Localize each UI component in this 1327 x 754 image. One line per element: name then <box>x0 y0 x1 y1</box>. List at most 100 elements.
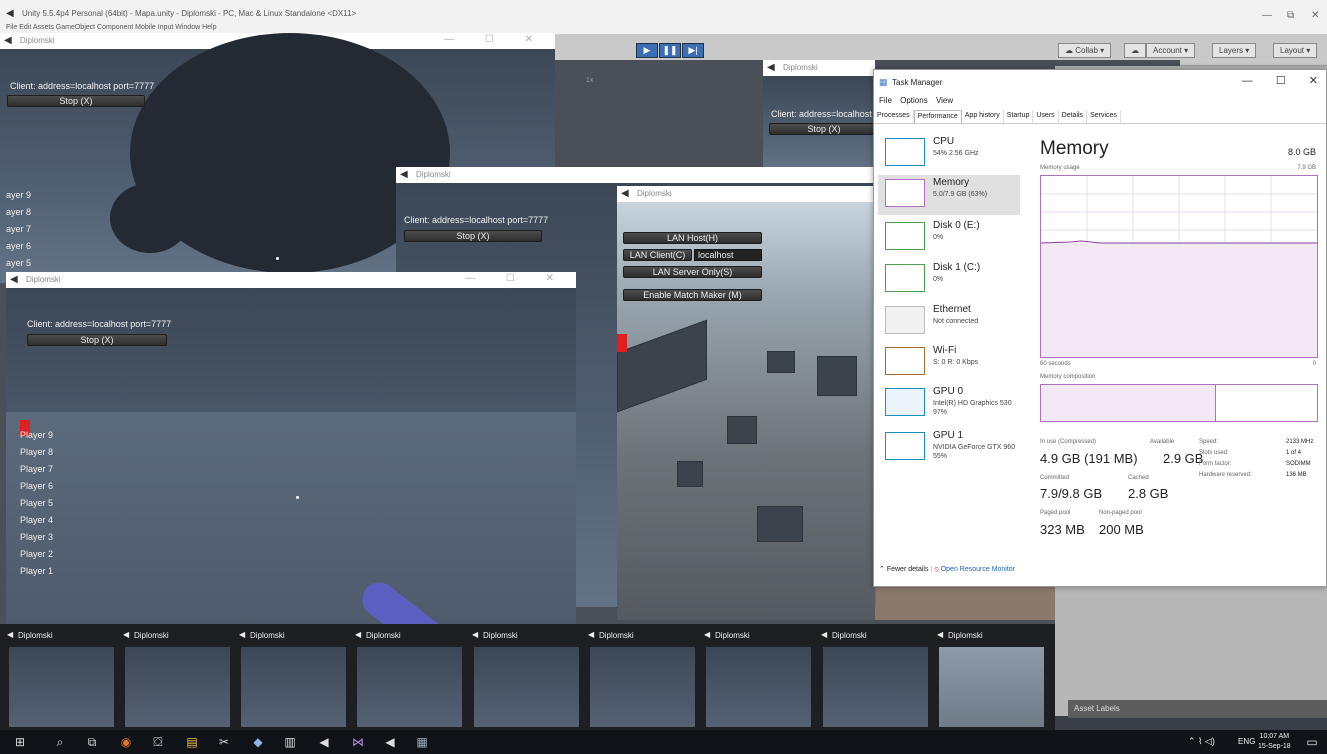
game-window-main[interactable]: ◀ Diplomski — ☐ ✕ Client: address=localh… <box>6 272 576 624</box>
task-manager-window[interactable]: ▦ Task Manager — ☐ ✕ File Options View P… <box>873 69 1327 587</box>
in-use-segment <box>1041 385 1216 421</box>
menu-options[interactable]: Options <box>900 96 928 105</box>
menu-view[interactable]: View <box>936 96 953 105</box>
clock[interactable]: 10:07 AM 15-Sep-18 <box>1258 732 1291 752</box>
window-controls[interactable]: — ☐ ✕ <box>465 273 568 284</box>
collab-button[interactable]: ☁ Collab ▾ <box>1058 43 1112 58</box>
search-icon[interactable]: ⌕ <box>52 734 68 750</box>
resource-disk1[interactable]: Disk 1 (C:) 0% <box>878 260 1020 300</box>
thumbnail-title: Diplomski <box>134 631 169 640</box>
chevron-up-icon[interactable]: ⌃ <box>879 566 885 573</box>
fewer-details-link[interactable]: Fewer details <box>887 566 929 573</box>
resource-name: Memory <box>933 177 970 188</box>
tab-processes[interactable]: Processes <box>874 110 914 123</box>
restore-icon[interactable]: ⧉ <box>1287 10 1294 21</box>
window-controls[interactable]: — ☐ ✕ <box>444 34 547 45</box>
window-titlebar[interactable]: ◀ Diplomski <box>763 60 875 76</box>
step-icon[interactable]: ▶| <box>682 43 704 58</box>
language-indicator[interactable]: ENG <box>1238 737 1255 746</box>
play-icon[interactable]: ▶ <box>636 43 658 58</box>
tray-icons[interactable]: ⌃ ⌇ ◁) <box>1188 736 1215 747</box>
app-icon[interactable]: ◆ <box>250 734 266 750</box>
minimize-icon[interactable]: — <box>1262 10 1272 21</box>
game-window-2[interactable]: ◀ Diplomski Client: address=localhost St… <box>763 60 875 170</box>
stop-button[interactable]: Stop (X) <box>27 334 167 346</box>
visual-studio-icon[interactable]: ⋈ <box>350 734 366 750</box>
resource-disk0[interactable]: Disk 0 (E:) 0% <box>878 218 1020 258</box>
close-icon[interactable]: ✕ <box>1311 10 1319 21</box>
maximize-icon[interactable]: ☐ <box>1276 75 1286 87</box>
stop-button[interactable]: Stop (X) <box>404 230 542 242</box>
resource-value: 0% <box>933 234 944 241</box>
lan-server-button[interactable]: LAN Server Only(S) <box>623 266 762 278</box>
tab-users[interactable]: Users <box>1033 110 1059 123</box>
resource-name: Disk 1 (C:) <box>933 262 981 273</box>
unity-logo-icon: ◀ <box>821 630 828 639</box>
memory-graph-svg <box>1040 176 1317 357</box>
thumbnail-window[interactable]: ◀ Diplomski <box>120 624 236 730</box>
resource-wifi[interactable]: Wi-Fi S: 0 R: 0 Kbps <box>878 343 1020 383</box>
resource-cpu[interactable]: CPU 54% 2.56 GHz <box>878 134 1020 174</box>
stop-button[interactable]: Stop (X) <box>7 95 145 107</box>
player-item: Player 4 <box>20 515 54 525</box>
task-manager-icon[interactable]: ▦ <box>414 734 430 750</box>
resource-memory[interactable]: Memory 5.0/7.9 GB (63%) <box>878 175 1020 215</box>
game-sky <box>617 202 875 620</box>
lan-host-button[interactable]: LAN Host(H) <box>623 232 762 244</box>
notifications-icon[interactable]: ▭ <box>1304 734 1320 750</box>
resource-ethernet[interactable]: Ethernet Not connected <box>878 302 1020 342</box>
layers-button[interactable]: Layers ▾ <box>1212 43 1257 58</box>
match-maker-button[interactable]: Enable Match Maker (M) <box>623 289 762 301</box>
resource-name: Ethernet <box>933 304 971 315</box>
thumbnail-window[interactable]: ◀ Diplomski <box>818 624 934 730</box>
in-use-value: 4.9 GB (191 MB) <box>1040 451 1138 466</box>
thumbnail-window[interactable]: ◀ Diplomski <box>4 624 120 730</box>
available-label: Available <box>1150 439 1175 445</box>
resource-name: CPU <box>933 136 955 147</box>
tab-services[interactable]: Services <box>1087 110 1121 123</box>
resource-gpu0[interactable]: GPU 0 Intel(R) HD Graphics 530 97% <box>878 384 1020 424</box>
unity-logo-icon[interactable]: ◀ <box>316 734 332 750</box>
tab-performance[interactable]: Performance <box>913 110 962 123</box>
thumbnail-window[interactable]: ◀ Diplomski <box>469 624 585 730</box>
lan-client-button[interactable]: LAN Client(C) <box>623 249 692 261</box>
chrome-icon[interactable]: ◉ <box>118 734 134 750</box>
store-icon[interactable]: ⛋ <box>150 734 166 750</box>
thumbnail-window[interactable]: ◀ Diplomski <box>352 624 468 730</box>
thumbnail-window[interactable]: ◀ Diplomski <box>585 624 701 730</box>
menu-file[interactable]: File <box>879 96 892 105</box>
open-resource-monitor-link[interactable]: Open Resource Monitor <box>941 566 1015 573</box>
thumbnail-window-active[interactable]: ◀ Diplomski <box>934 624 1050 730</box>
unity-logo-icon: ◀ <box>4 35 12 46</box>
lan-address-input[interactable]: localhost <box>694 249 762 261</box>
window-titlebar[interactable]: ◀ Diplomski <box>396 167 876 183</box>
layout-button[interactable]: Layout ▾ <box>1273 43 1318 58</box>
tab-startup[interactable]: Startup <box>1004 110 1034 123</box>
task-view-icon[interactable]: ⧉ <box>84 734 100 750</box>
pause-icon[interactable]: ❚❚ <box>659 43 681 58</box>
window-titlebar[interactable]: ◀ Diplomski — ☐ ✕ <box>6 272 576 288</box>
committed-value: 7.9/9.8 GB <box>1040 486 1103 501</box>
file-explorer-icon[interactable]: ▤ <box>184 734 200 750</box>
resource-gpu1[interactable]: GPU 1 NVIDIA GeForce GTX 960 55% <box>878 428 1020 468</box>
windows-start-icon[interactable]: ⊞ <box>12 734 28 750</box>
tools-icon[interactable]: ✂ <box>216 734 232 750</box>
tab-details[interactable]: Details <box>1059 110 1088 123</box>
resource-name: Disk 0 (E:) <box>933 220 980 231</box>
nonpaged-pool-label: Non-paged pool <box>1099 510 1142 516</box>
task-manager-footer: ⌃ Fewer details | ⦸ Open Resource Monito… <box>879 566 1016 573</box>
game-window-lobby[interactable]: ◀ Diplomski LAN Host(H) LAN Client(C) lo… <box>617 186 875 620</box>
resource-name: Wi-Fi <box>933 345 957 356</box>
resource-name: GPU 0 <box>933 386 964 397</box>
thumbnail-window[interactable]: ◀ Diplomski <box>701 624 817 730</box>
thumbnail-window[interactable]: ◀ Diplomski <box>236 624 352 730</box>
account-button[interactable]: Account ▾ <box>1146 43 1196 58</box>
close-icon[interactable]: ✕ <box>1309 75 1318 87</box>
stop-button[interactable]: Stop (X) <box>769 123 875 135</box>
window-titlebar[interactable]: ◀ Diplomski <box>617 186 875 202</box>
unity-logo-icon[interactable]: ◀ <box>382 734 398 750</box>
minimize-icon[interactable]: — <box>1242 75 1253 87</box>
cloud-button[interactable]: ☁ <box>1124 43 1146 58</box>
document-icon[interactable]: ▥ <box>282 734 298 750</box>
tab-app-history[interactable]: App history <box>962 110 1004 123</box>
